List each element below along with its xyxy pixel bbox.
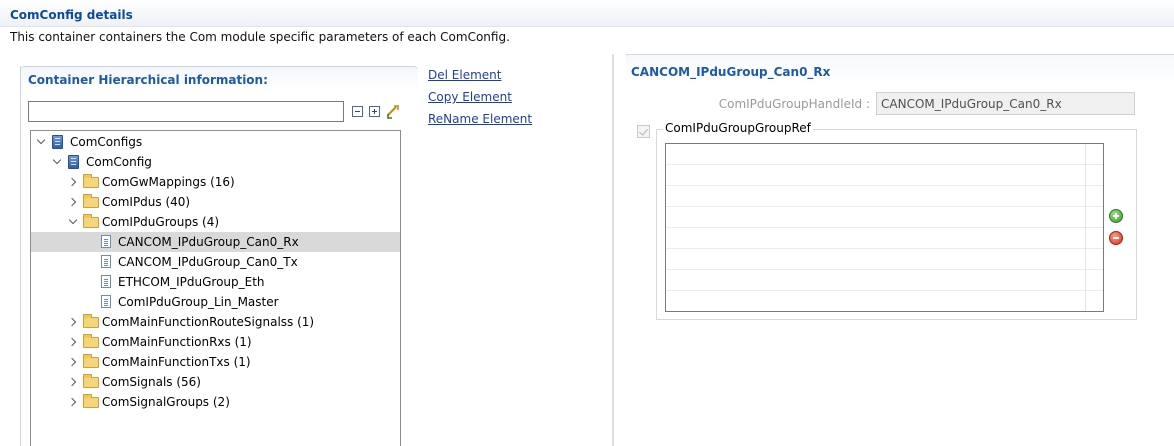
document-icon	[101, 275, 111, 288]
table-row[interactable]	[666, 144, 1103, 165]
document-icon	[101, 255, 111, 268]
tree-node-comsignalgroups[interactable]: ComSignalGroups (2)	[31, 392, 400, 412]
tree-node-commainfunctiontxs[interactable]: ComMainFunctionTxs (1)	[31, 352, 400, 372]
table-row[interactable]	[666, 207, 1103, 228]
tree-filter-input[interactable]	[28, 101, 344, 122]
tree-node-label: ComIPdus (40)	[102, 195, 191, 209]
chevron-down-icon[interactable]	[52, 155, 62, 165]
group-ref-checkbox	[637, 125, 650, 138]
rename-element-link[interactable]: ReName Element	[428, 112, 532, 126]
config-icon	[52, 135, 63, 149]
tree-node-commainfunctionroutesignalss[interactable]: ComMainFunctionRouteSignalss (1)	[31, 312, 400, 332]
tree-node-comsignals[interactable]: ComSignals (56)	[31, 372, 400, 392]
tree-node-ethcom-ipdugroup-eth[interactable]: ETHCOM_IPduGroup_Eth	[31, 272, 400, 292]
hierarchy-panel-header: Container Hierarchical information:	[21, 66, 418, 91]
table-row[interactable]	[666, 249, 1103, 270]
tree-node-label: ComIPduGroup_Lin_Master	[118, 295, 279, 309]
chevron-down-icon[interactable]	[36, 135, 46, 145]
handle-id-label: ComIPduGroupHandleId :	[718, 97, 870, 111]
details-header-bar	[0, 0, 1174, 27]
tree-node-label: ComMainFunctionTxs (1)	[102, 355, 251, 369]
tree-node-comgwmappings[interactable]: ComGwMappings (16)	[31, 172, 400, 192]
element-detail-title: CANCOM_IPduGroup_Can0_Rx	[631, 65, 831, 79]
page-title: ComConfig details	[10, 8, 133, 22]
add-reference-icon[interactable]	[1109, 209, 1123, 223]
tree-node-label: ComSignalGroups (2)	[102, 395, 230, 409]
chevron-right-icon[interactable]	[67, 177, 77, 187]
remove-reference-icon[interactable]	[1109, 231, 1123, 245]
tree-node-label: ComConfigs	[70, 135, 143, 149]
chevron-right-icon[interactable]	[67, 197, 77, 207]
expand-all-icon[interactable]	[369, 106, 380, 117]
chevron-down-icon[interactable]	[68, 215, 78, 225]
table-row[interactable]	[666, 270, 1103, 291]
tree-node-label: ComGwMappings (16)	[102, 175, 235, 189]
folder-icon	[83, 314, 99, 328]
folder-icon	[83, 334, 99, 348]
tree-node-cancom-ipdugroup-can0-tx[interactable]: CANCOM_IPduGroup_Can0_Tx	[31, 252, 400, 272]
folder-icon	[83, 174, 99, 188]
chevron-right-icon[interactable]	[67, 337, 77, 347]
chevron-right-icon[interactable]	[67, 357, 77, 367]
chevron-right-icon[interactable]	[67, 397, 77, 407]
handle-id-field: CANCOM_IPduGroup_Can0_Rx	[876, 92, 1135, 115]
tree-node-label: ComIPduGroups (4)	[102, 215, 220, 229]
page-description: This container containers the Com module…	[10, 30, 510, 44]
group-ref-table[interactable]	[665, 143, 1104, 312]
tree-node-label: ComConfig	[86, 155, 152, 169]
folder-icon	[83, 374, 99, 388]
table-row[interactable]	[666, 228, 1103, 249]
tree-node-cancom-ipdugroup-can0-rx[interactable]: CANCOM_IPduGroup_Can0_Rx	[31, 232, 400, 252]
tree-node-comipdus[interactable]: ComIPdus (40)	[31, 192, 400, 212]
collapse-all-icon[interactable]	[352, 106, 363, 117]
tree-node-label: CANCOM_IPduGroup_Can0_Rx	[118, 235, 299, 249]
document-icon	[101, 235, 111, 248]
folder-icon	[83, 354, 99, 368]
tree-node-comconfigs[interactable]: ComConfigs	[31, 132, 400, 152]
chevron-right-icon[interactable]	[67, 317, 77, 327]
tree-node-commainfunctionrxs[interactable]: ComMainFunctionRxs (1)	[31, 332, 400, 352]
hierarchy-panel-title: Container Hierarchical information:	[28, 73, 268, 87]
column-separator	[1085, 144, 1086, 311]
copy-element-link[interactable]: Copy Element	[428, 90, 512, 104]
tree-node-label: ComSignals (56)	[102, 375, 201, 389]
tree-node-comipdugroup-lin-master[interactable]: ComIPduGroup_Lin_Master	[31, 292, 400, 312]
tree-node-label: ETHCOM_IPduGroup_Eth	[118, 275, 265, 289]
del-element-link[interactable]: Del Element	[428, 68, 501, 82]
link-with-editor-icon[interactable]	[385, 104, 401, 120]
tree-node-label: ComMainFunctionRouteSignalss (1)	[102, 315, 315, 329]
tree-node-comconfig[interactable]: ComConfig	[31, 152, 400, 172]
group-ref-label: ComIPduGroupGroupRef	[663, 121, 813, 135]
tree-node-label: ComMainFunctionRxs (1)	[102, 335, 252, 349]
tree-node-comipdugroups[interactable]: ComIPduGroups (4)	[31, 212, 400, 232]
container-tree: ComConfigs ComConfig ComGwMappings (16) …	[30, 130, 401, 446]
chevron-right-icon[interactable]	[67, 377, 77, 387]
config-icon	[68, 155, 79, 169]
folder-icon	[83, 194, 99, 208]
document-icon	[101, 295, 111, 308]
table-row[interactable]	[666, 165, 1103, 186]
tree-node-label: CANCOM_IPduGroup_Can0_Tx	[118, 255, 298, 269]
folder-icon	[83, 214, 99, 228]
panel-divider[interactable]	[612, 54, 614, 446]
folder-icon	[83, 394, 99, 408]
table-row[interactable]	[666, 186, 1103, 207]
